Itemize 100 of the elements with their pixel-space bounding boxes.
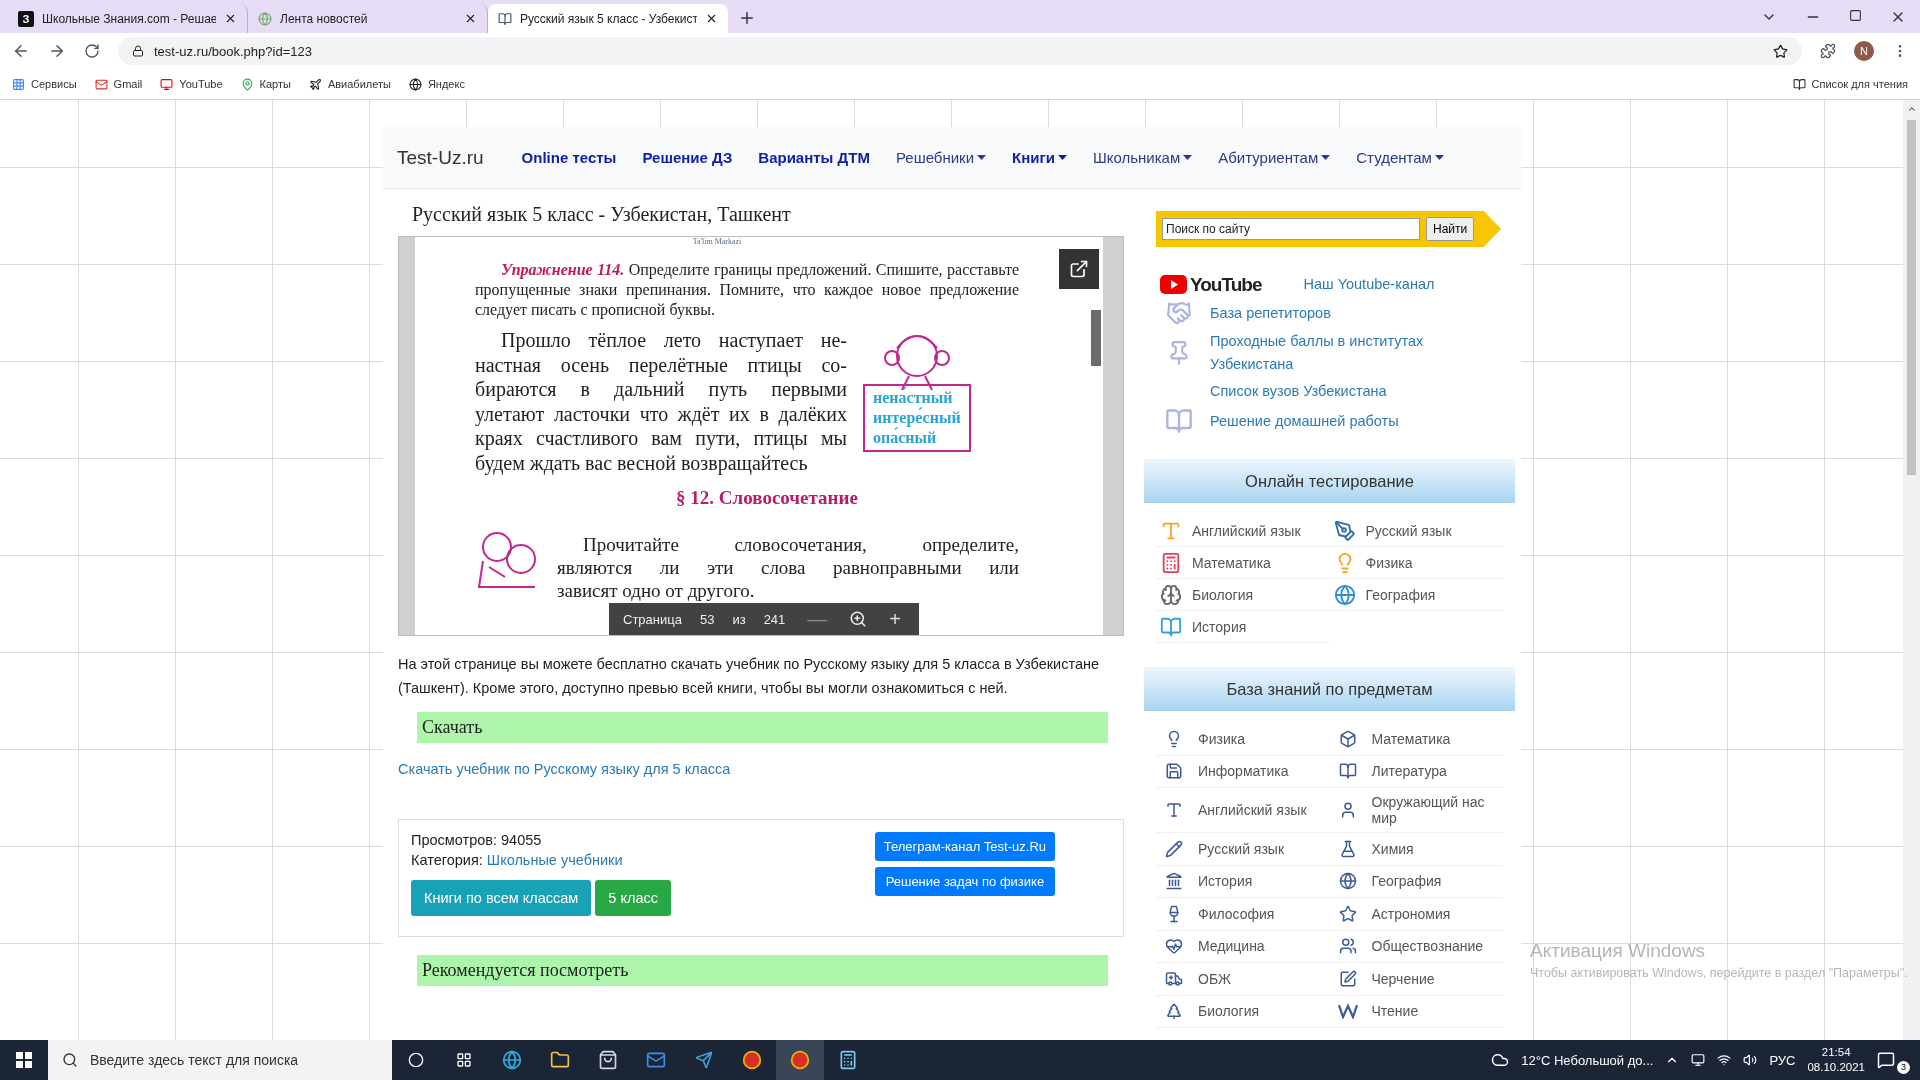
- subject-link[interactable]: Медицина: [1156, 930, 1330, 963]
- globe-icon: [258, 11, 272, 26]
- section-heading: Скачать: [417, 712, 1108, 743]
- mail-icon: [94, 77, 108, 91]
- new-tab-icon[interactable]: [738, 9, 756, 27]
- handshake-icon: [1166, 300, 1192, 326]
- subject-link[interactable]: Философия: [1156, 898, 1330, 931]
- promo-button[interactable]: Телеграм-канал Test-uz.Ru: [874, 832, 1055, 861]
- test-link[interactable]: Математика: [1156, 547, 1330, 579]
- nav-link[interactable]: Решебники: [895, 149, 987, 166]
- back-icon[interactable]: [12, 42, 30, 60]
- nav-link[interactable]: Студентам: [1356, 149, 1444, 166]
- subject-link[interactable]: Английский язык: [1156, 788, 1330, 833]
- open-external-button[interactable]: [1059, 249, 1099, 289]
- test-link[interactable]: Русский язык: [1329, 515, 1503, 547]
- address-bar[interactable]: test-uz.ru/book.php?id=123: [118, 37, 1802, 65]
- page-total: 241: [763, 611, 786, 627]
- speaker-icon[interactable]: [1743, 1053, 1758, 1067]
- profile-avatar[interactable]: N: [1854, 41, 1874, 61]
- scroll-up-icon[interactable]: [1906, 104, 1917, 114]
- subject-link[interactable]: Обществознание: [1329, 930, 1503, 963]
- browser-tab[interactable]: Русский язык 5 класс - Узбекист: [488, 4, 728, 33]
- exercise-passage: Прошло тёплое лето наступает не- настная осень перелётные птицы со- бираются в дальний путь первыми улетают ласточки что ждёт их в далёких краях счастливого вам пути, птицы мы будем ждать вас весной возвращайтесь: [475, 328, 847, 475]
- puzzle-icon[interactable]: [1820, 43, 1836, 59]
- brain-icon: [1160, 583, 1182, 606]
- search-button[interactable]: Найти: [1426, 217, 1475, 241]
- bookmark-item[interactable]: YouTube: [160, 77, 223, 91]
- star-icon[interactable]: [1773, 43, 1788, 59]
- bookmark-item[interactable]: Gmail: [94, 77, 143, 91]
- zoom-icon[interactable]: [849, 610, 868, 628]
- bookmark-item[interactable]: Карты: [240, 77, 291, 91]
- subject-link[interactable]: Биология: [1156, 995, 1330, 1028]
- monitor-icon[interactable]: [1691, 1053, 1706, 1067]
- test-link[interactable]: Английский язык: [1156, 515, 1330, 547]
- category-link[interactable]: Школьные учебники: [486, 852, 623, 868]
- subject-link[interactable]: ОБЖ: [1156, 963, 1330, 996]
- sidebar-link[interactable]: Проходные баллы в институтах Узбекистана: [1210, 330, 1450, 376]
- subject-link[interactable]: Русский язык: [1156, 833, 1330, 866]
- youtube-logo[interactable]: YouTube: [1160, 273, 1262, 296]
- notifications-button[interactable]: [1877, 1051, 1895, 1069]
- subject-link[interactable]: Чтение: [1329, 995, 1503, 1028]
- sidebar-link[interactable]: Решение домашней работы: [1210, 409, 1399, 433]
- ambulance-icon: [1165, 969, 1183, 988]
- test-link[interactable]: Биология: [1156, 579, 1330, 611]
- nav-link[interactable]: Решение ДЗ: [642, 149, 733, 166]
- taskbar-search-field[interactable]: Введите здесь текст для поиска: [48, 1040, 392, 1080]
- panel-header: База знаний по предметам: [1144, 667, 1515, 711]
- nav-link[interactable]: Варианты ДТМ: [758, 149, 870, 166]
- subject-link[interactable]: Астрономия: [1329, 898, 1503, 931]
- test-link[interactable]: География: [1329, 579, 1503, 611]
- map-pin-icon: [240, 77, 254, 91]
- site-brand[interactable]: Test-Uz.ru: [397, 146, 484, 169]
- promo-button[interactable]: Решение задач по физике: [874, 867, 1055, 896]
- nav-link[interactable]: Школьникам: [1092, 149, 1193, 166]
- clock[interactable]: 21:54 08.10.2021: [1807, 1045, 1865, 1075]
- test-link[interactable]: Физика: [1329, 547, 1503, 579]
- restore-icon[interactable]: [1849, 8, 1862, 22]
- section-heading: § 12. Словосочетание: [675, 487, 859, 509]
- language-indicator[interactable]: РУС: [1769, 1052, 1796, 1068]
- caret-icon: [1183, 155, 1193, 160]
- exercise-text: Упражнение 114. Определите границы предложений. Спишите, расставьте пропущенные знаки препинания. Помните, что каждое новое предложение следует писать с прописной буквы.: [475, 260, 1019, 320]
- wifi-icon[interactable]: [1717, 1053, 1732, 1067]
- scrollbar-thumb[interactable]: [1907, 120, 1916, 475]
- lock-icon: [132, 45, 144, 57]
- reload-icon[interactable]: [84, 43, 100, 59]
- close-icon[interactable]: [705, 12, 718, 25]
- subject-link[interactable]: Окружающий нас мир: [1329, 788, 1503, 833]
- subject-link[interactable]: Математика: [1329, 723, 1503, 756]
- test-link[interactable]: История: [1156, 611, 1330, 643]
- forward-icon[interactable]: [48, 42, 66, 60]
- scrollbar-thumb[interactable]: [1091, 310, 1101, 366]
- subject-link[interactable]: Черчение: [1329, 963, 1503, 996]
- subject-link[interactable]: Информатика: [1156, 755, 1330, 788]
- site-favicon-icon: З: [18, 10, 34, 27]
- bookmark-item[interactable]: Яндекс: [408, 77, 465, 91]
- zoom-in-button[interactable]: +: [885, 607, 905, 631]
- nav-link[interactable]: Абитуриентам: [1218, 149, 1331, 166]
- nav-link[interactable]: Online тесты: [521, 149, 617, 166]
- page-label: Страница: [623, 611, 682, 627]
- weather-text[interactable]: 12°C Небольшой до...: [1521, 1052, 1654, 1068]
- sidebar-link[interactable]: Список вузов Узбекистана: [1210, 380, 1387, 403]
- bookmark-item[interactable]: Авиабилеты: [308, 77, 391, 91]
- subject-link[interactable]: История: [1156, 865, 1330, 898]
- reading-list-button[interactable]: Список для чтения: [1792, 77, 1908, 91]
- download-link[interactable]: Скачать учебник по Русскому языку для 5 класса: [398, 761, 1124, 777]
- sidebar-link[interactable]: Наш Youtube-канал: [1303, 273, 1435, 296]
- close-icon[interactable]: [464, 12, 477, 25]
- windows-logo-icon: [16, 1052, 32, 1068]
- bookmark-item[interactable]: Сервисы: [12, 77, 77, 91]
- search-field[interactable]: Поиск по сайту: [1162, 218, 1420, 240]
- sidebar-link[interactable]: База репетиторов: [1210, 301, 1331, 325]
- subject-link[interactable]: Химия: [1329, 833, 1503, 866]
- page-of-label: из: [732, 611, 746, 627]
- subject-link[interactable]: География: [1329, 865, 1503, 898]
- subject-link[interactable]: Литература: [1329, 755, 1503, 788]
- subject-link[interactable]: Физика: [1156, 723, 1330, 756]
- plane-icon: [308, 77, 322, 91]
- close-icon[interactable]: [224, 12, 237, 25]
- pen-icon: [1333, 519, 1356, 542]
- nav-link[interactable]: Книги: [1012, 149, 1067, 166]
